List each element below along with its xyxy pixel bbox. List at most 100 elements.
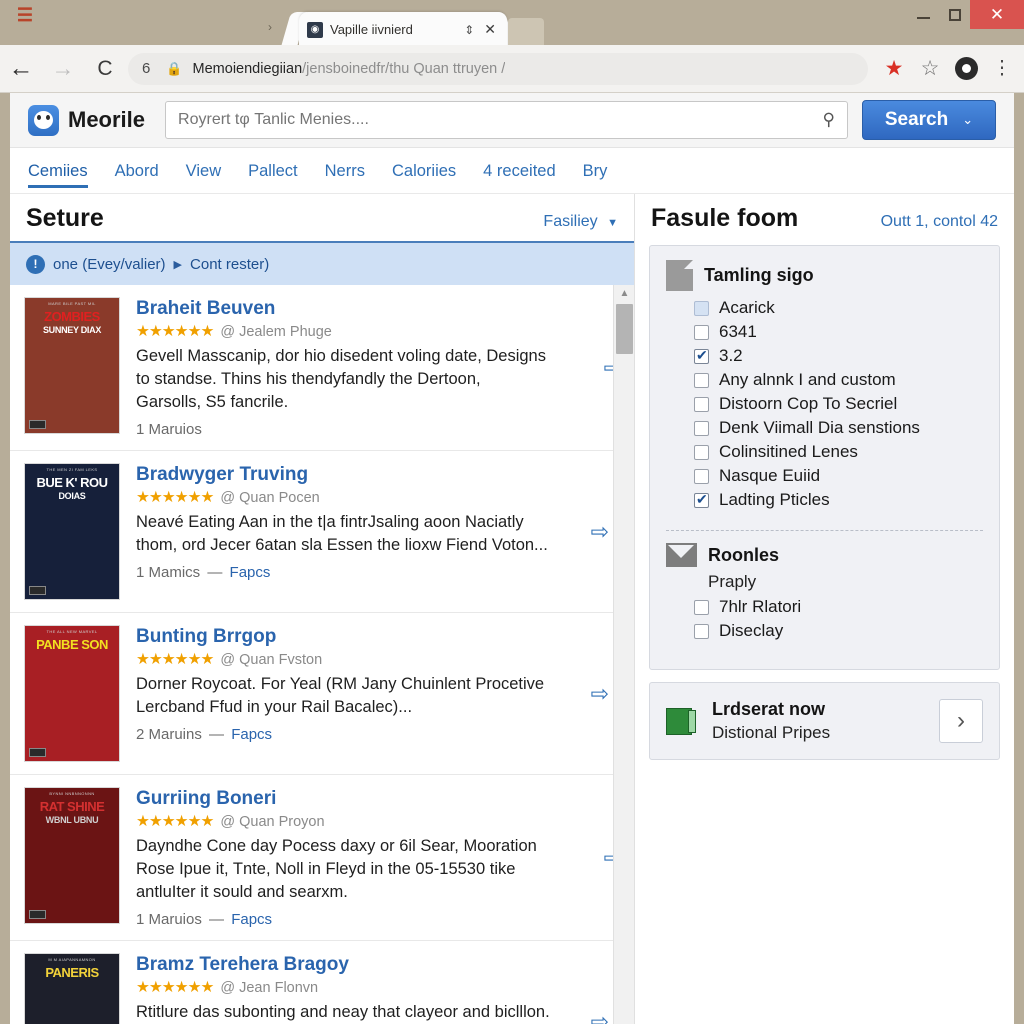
- filter-option-7hlr-rlatori[interactable]: 7hlr Rlatori: [666, 595, 983, 619]
- cover-tiny-text: BYNNI NNBNNONNN: [49, 791, 95, 796]
- filter-option-acarick[interactable]: Acarick: [666, 296, 983, 320]
- list-item[interactable]: MARE BILE PAST MIL ZOMBIES SUNNEY DIAX B…: [10, 285, 634, 451]
- list-item-title[interactable]: Braheit Beuven: [136, 297, 550, 320]
- list-item-footer: 1 Mamics — Fapcs: [136, 564, 550, 581]
- scrollbar-thumb[interactable]: [616, 304, 633, 354]
- cover-tiny-text: MARE BILE PAST MIL: [48, 301, 96, 306]
- close-tab-icon[interactable]: ✕: [481, 21, 499, 38]
- results-list: MARE BILE PAST MIL ZOMBIES SUNNEY DIAX B…: [10, 285, 634, 1024]
- checkbox[interactable]: [694, 623, 709, 639]
- cover-thumbnail[interactable]: MARE BILE PAST MIL ZOMBIES SUNNEY DIAX: [24, 297, 120, 434]
- filter-option-diseclay[interactable]: Diseclay: [666, 619, 983, 643]
- filter-option-label: 7hlr Rlatori: [719, 597, 802, 616]
- share-icon[interactable]: ⇨: [591, 1009, 609, 1024]
- bookmark-empty-icon[interactable]: ☆: [912, 51, 948, 87]
- share-icon[interactable]: ⇨: [591, 519, 609, 545]
- filter-option-nasque-euiid[interactable]: Nasque Euiid: [666, 464, 983, 488]
- list-item[interactable]: THE MEN ZI FAM LEKS BUE K' ROU DOIAS Bra…: [10, 451, 634, 613]
- filter-option-distoorn-cop[interactable]: Distoorn Cop To Secriel: [666, 392, 983, 416]
- new-tab-button[interactable]: [508, 18, 544, 46]
- cover-thumbnail[interactable]: THE MEN ZI FAM LEKS BUE K' ROU DOIAS: [24, 463, 120, 600]
- search-icon[interactable]: ⚲: [823, 110, 835, 130]
- reload-icon[interactable]: C: [84, 48, 126, 90]
- checkbox[interactable]: [694, 324, 709, 340]
- filter-option-label: Denk Viimall Dia senstions: [719, 418, 920, 437]
- list-item[interactable]: THE ALL NEW MARVEL PANBE SON Bunting Brr…: [10, 613, 634, 775]
- filter-option-denk-viimall[interactable]: Denk Viimall Dia senstions: [666, 416, 983, 440]
- tab-pallect[interactable]: Pallect: [248, 148, 298, 194]
- list-item-title[interactable]: Bunting Brrgop: [136, 625, 550, 648]
- list-item-author: @ Jean Flonvn: [220, 979, 319, 996]
- checkbox[interactable]: [694, 468, 709, 484]
- omnibox[interactable]: 6 🔒 Memoiendiegiian/jensboinedfr/thu Qua…: [128, 52, 868, 85]
- list-item-title[interactable]: Gurriing Boneri: [136, 787, 550, 810]
- list-item-title[interactable]: Bramz Terehera Bragoy: [136, 953, 550, 976]
- footer-dash: —: [209, 911, 225, 928]
- tab-cemiies[interactable]: Cemiies: [28, 148, 88, 194]
- checkbox[interactable]: [694, 372, 709, 388]
- tab-caloriies[interactable]: Caloriies: [392, 148, 456, 194]
- filter-option-ladting-pticles[interactable]: Ladting Pticles: [666, 488, 983, 512]
- filter-option-3-2[interactable]: 3.2: [666, 344, 983, 368]
- cover-title-text: RAT SHINE: [39, 799, 105, 814]
- tab-nerrs[interactable]: Nerrs: [325, 148, 365, 194]
- cover-thumbnail[interactable]: THE ALL NEW MARVEL PANBE SON: [24, 625, 120, 762]
- list-item-title[interactable]: Bradwyger Truving: [136, 463, 550, 486]
- rating-stars: ★★★★★★: [136, 489, 214, 506]
- checkbox[interactable]: [694, 300, 709, 316]
- cover-thumbnail[interactable]: M M AIAPANNAMNON PANERIS: [24, 953, 120, 1024]
- filter-option-6341[interactable]: 6341: [666, 320, 983, 344]
- filters-count[interactable]: Outt 1, contol 42: [881, 213, 998, 231]
- cover-badge: [29, 586, 46, 595]
- filter-group-roonles: Roonles Praply 7hlr Rlatori Diseclay: [666, 543, 983, 653]
- filter-option-label: Ladting Pticles: [719, 490, 830, 509]
- tab-abord[interactable]: Abord: [115, 148, 159, 194]
- cover-title-text: PANERIS: [45, 965, 99, 980]
- filter-option-label: Acarick: [719, 298, 775, 317]
- list-item-body: Braheit Beuven ★★★★★★ @ Jealem Phuge Gev…: [136, 297, 556, 438]
- list-item-author: @ Quan Fvston: [220, 651, 323, 668]
- rating-stars: ★★★★★★: [136, 651, 214, 668]
- breadcrumb-item-2[interactable]: Cont rester): [190, 256, 269, 273]
- browser-tab[interactable]: ◉ Vapille iivnierd ⇕ ✕: [299, 12, 507, 47]
- tab-4-receited[interactable]: 4 receited: [483, 148, 555, 194]
- profile-avatar-icon[interactable]: [948, 51, 984, 87]
- list-item-extra[interactable]: Fapcs: [231, 726, 272, 743]
- browser-menu-icon[interactable]: ⋮: [984, 51, 1020, 87]
- search-button[interactable]: Search ⌄: [862, 100, 996, 140]
- filter-option-colinsitined-lenes[interactable]: Colinsitined Lenes: [666, 440, 983, 464]
- search-box[interactable]: ⚲: [165, 101, 848, 139]
- tab-view[interactable]: View: [186, 148, 221, 194]
- results-scrollbar[interactable]: ▲: [613, 285, 634, 1024]
- omnibox-url: Memoiendiegiian/jensboinedfr/thu Quan tt…: [193, 61, 506, 77]
- forward-icon[interactable]: →: [42, 48, 84, 90]
- list-item-description: Dorner Roycoat. For Yeal (RM Jany Chuinl…: [136, 675, 545, 716]
- filter-dropdown[interactable]: Fasiliey ▼: [543, 213, 618, 231]
- list-item-extra[interactable]: Fapcs: [230, 564, 271, 581]
- tab-bry[interactable]: Bry: [583, 148, 608, 194]
- share-icon[interactable]: ⇨: [591, 681, 609, 707]
- promo-card[interactable]: Lrdserat now Distional Pripes ›: [649, 682, 1000, 760]
- filter-option-any-alnnk[interactable]: Any alnnk I and custom: [666, 368, 983, 392]
- list-item[interactable]: BYNNI NNBNNONNN RAT SHINE WBNL UBNU Gurr…: [10, 775, 634, 941]
- bookmark-filled-icon[interactable]: ★: [876, 51, 912, 87]
- checkbox-checked[interactable]: [694, 347, 709, 364]
- breadcrumb-item-1[interactable]: one (Evey/valier): [53, 256, 166, 273]
- scroll-up-icon[interactable]: ▲: [614, 285, 634, 302]
- brand[interactable]: Meorile: [28, 104, 145, 136]
- tab-pin-icon[interactable]: ⇕: [464, 23, 474, 37]
- search-input[interactable]: [178, 111, 823, 129]
- results-header: Seture Fasiliey ▼: [10, 194, 634, 243]
- checkbox[interactable]: [694, 599, 709, 615]
- chevron-down-icon[interactable]: ⌄: [962, 112, 973, 128]
- promo-next-button[interactable]: ›: [939, 699, 983, 743]
- list-item[interactable]: M M AIAPANNAMNON PANERIS Bramz Terehera …: [10, 941, 634, 1024]
- checkbox-checked[interactable]: [694, 491, 709, 508]
- checkbox[interactable]: [694, 420, 709, 436]
- list-item-extra[interactable]: Fapcs: [231, 911, 272, 928]
- back-icon[interactable]: ←: [0, 48, 42, 90]
- cover-thumbnail[interactable]: BYNNI NNBNNONNN RAT SHINE WBNL UBNU: [24, 787, 120, 924]
- mail-icon: [666, 543, 697, 567]
- checkbox[interactable]: [694, 444, 709, 460]
- checkbox[interactable]: [694, 396, 709, 412]
